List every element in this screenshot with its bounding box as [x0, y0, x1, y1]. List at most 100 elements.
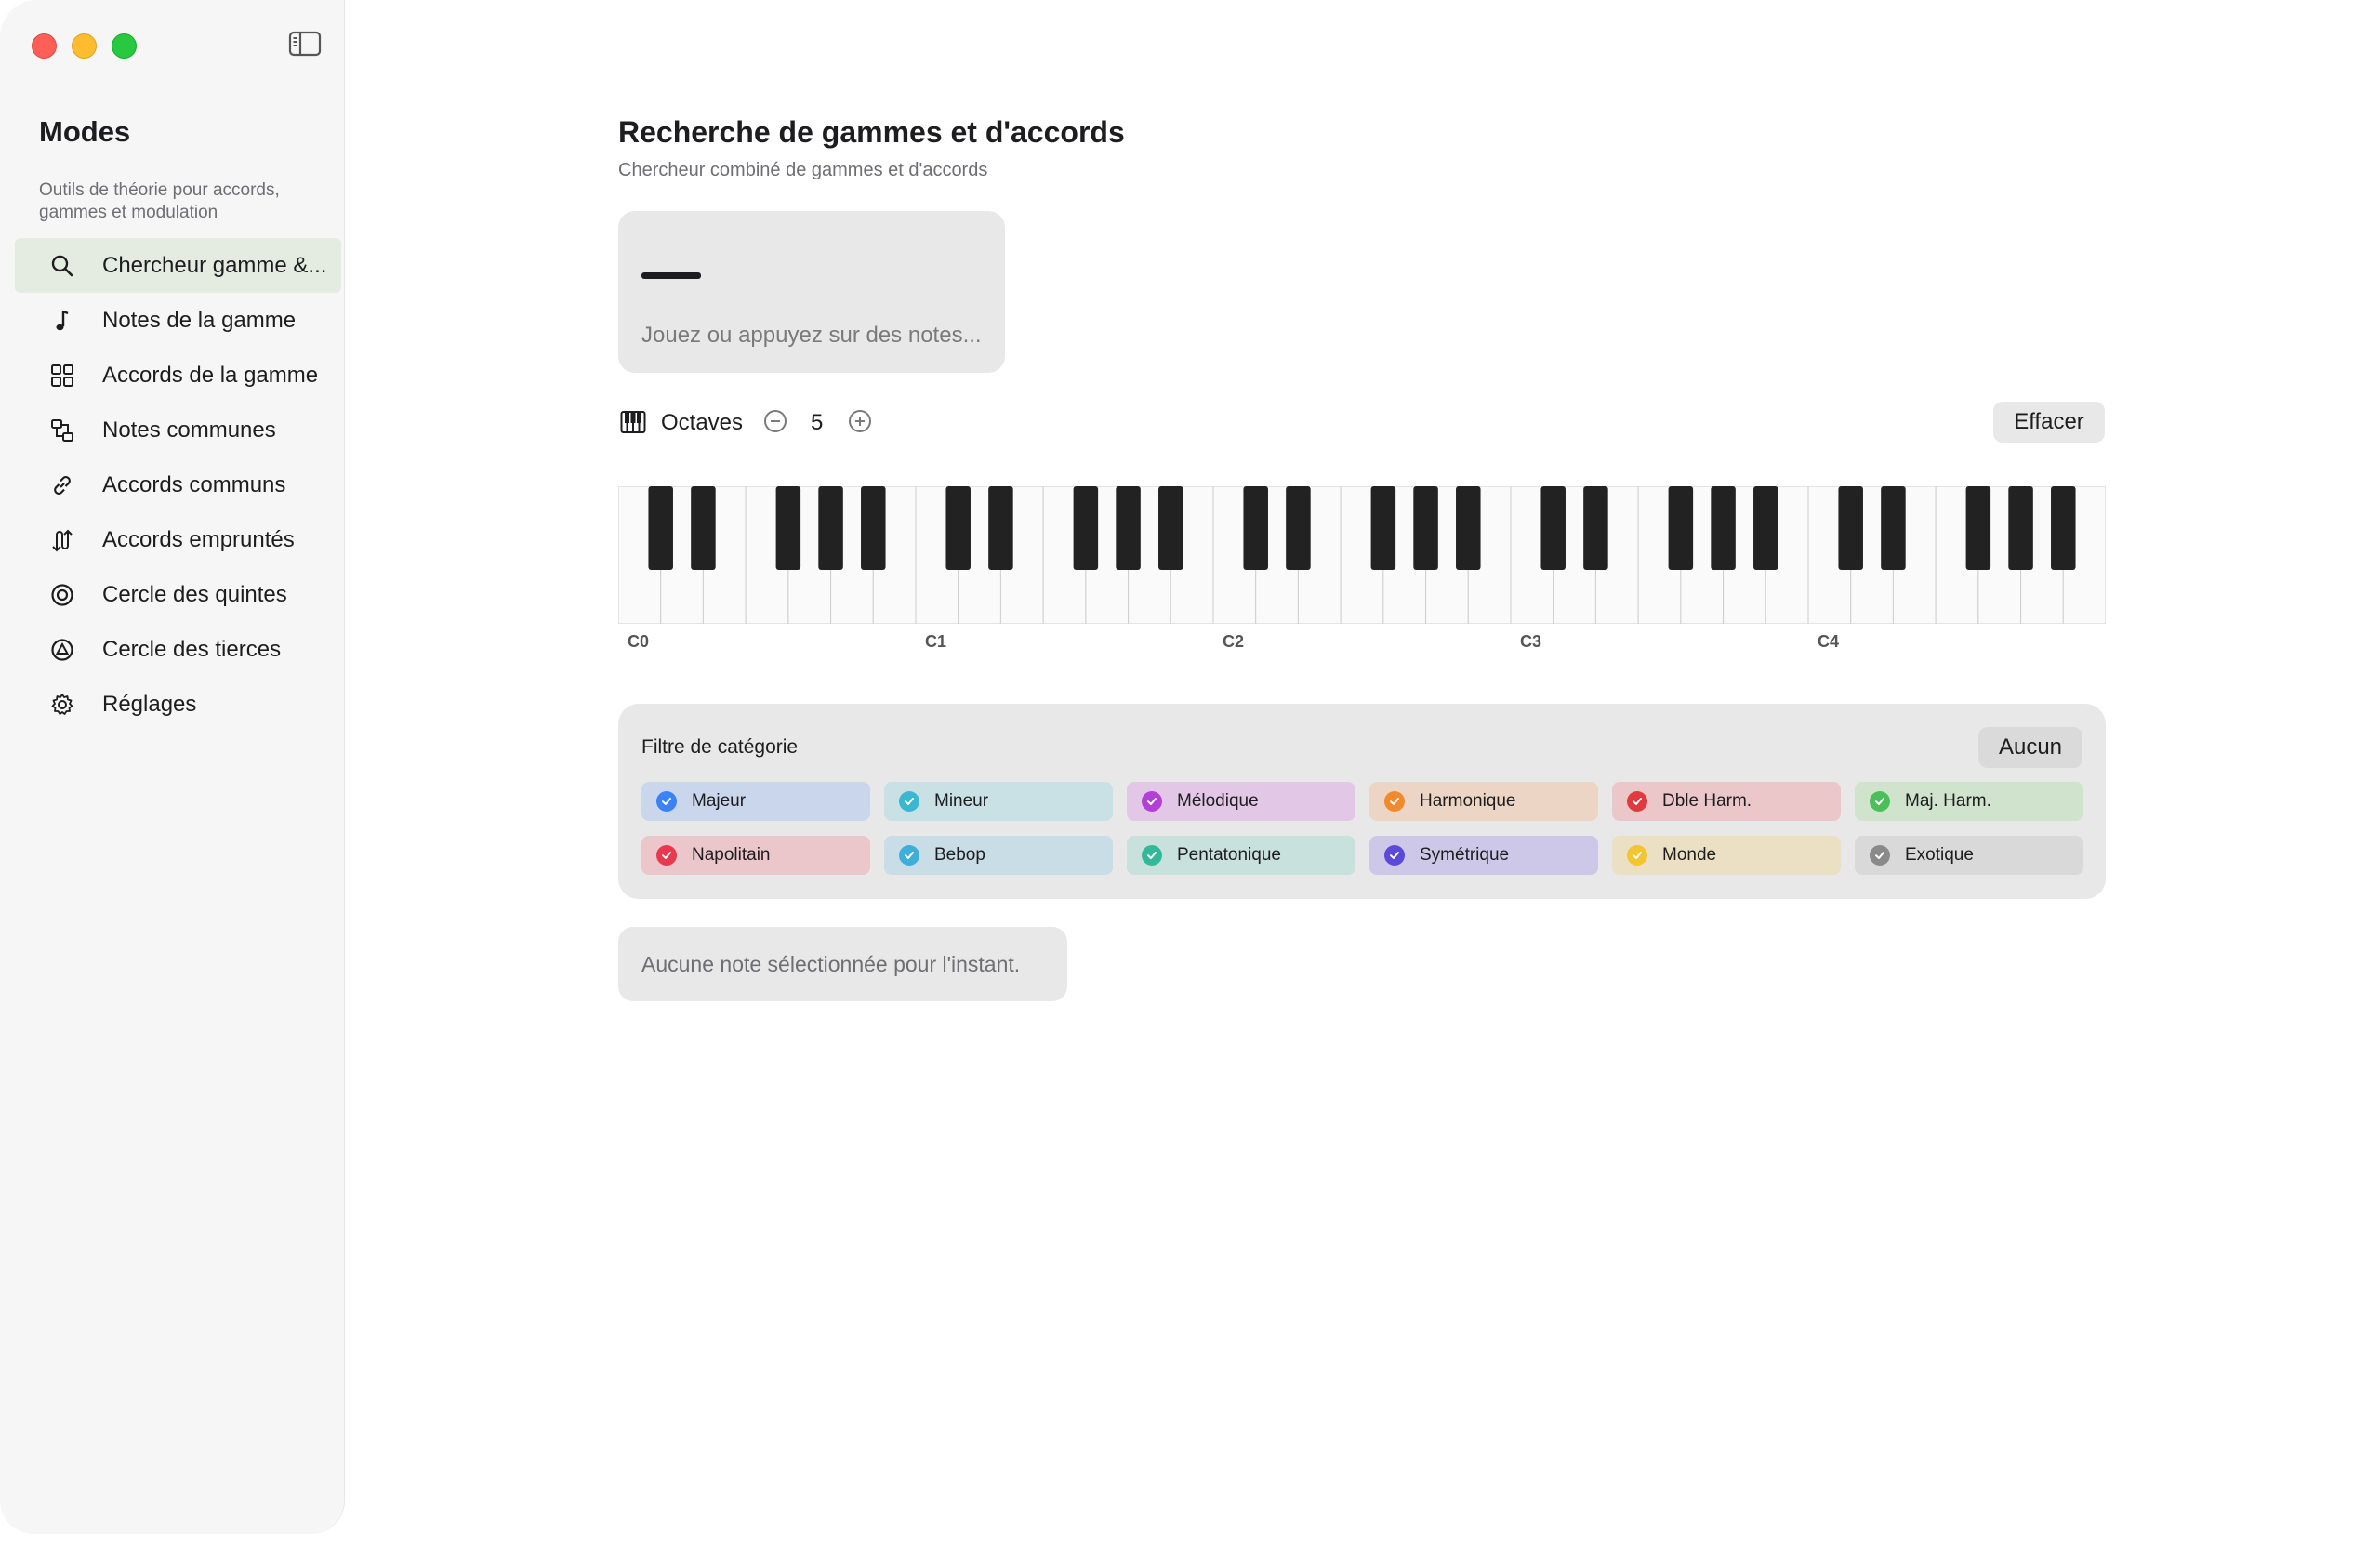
sidebar-item-circle-of-fifths[interactable]: Cercle des quintes — [15, 567, 341, 622]
black-key-C#3[interactable] — [1540, 486, 1566, 570]
sidebar-item-scale-notes[interactable]: Notes de la gamme — [15, 293, 341, 348]
octave-label: C4 — [1818, 632, 1840, 651]
category-chip[interactable]: Majeur — [641, 782, 870, 821]
category-chip[interactable]: Mineur — [884, 782, 1113, 821]
minimize-window-button[interactable] — [72, 33, 97, 59]
category-chip[interactable]: Monde — [1612, 836, 1841, 875]
checkmark-icon — [656, 845, 677, 866]
status-text: Aucune note sélectionnée pour l'instant. — [641, 952, 1021, 976]
category-chip[interactable]: Exotique — [1855, 836, 2083, 875]
black-key-F#0[interactable] — [775, 486, 801, 570]
black-key-C#1[interactable] — [945, 486, 971, 570]
category-chip-label: Bebop — [934, 845, 985, 865]
sidebar-item-scale-chords[interactable]: Accords de la gamme — [15, 348, 341, 403]
search-icon — [48, 252, 76, 280]
black-key-F#4[interactable] — [1965, 486, 1991, 570]
sidebar-item-label: Accords empruntés — [102, 526, 295, 552]
black-key-G#2[interactable] — [1413, 486, 1438, 570]
sidebar-item-settings[interactable]: Réglages — [15, 677, 341, 732]
black-key-D#3[interactable] — [1583, 486, 1608, 570]
category-chip[interactable]: Bebop — [884, 836, 1113, 875]
music-note-icon — [48, 307, 76, 335]
black-key-D#4[interactable] — [1881, 486, 1906, 570]
sidebar-toggle-icon[interactable] — [288, 30, 322, 58]
note-input-placeholder: Jouez ou appuyez sur des notes... — [641, 323, 982, 348]
sidebar-item-label: Accords communs — [102, 471, 286, 497]
black-key-C#2[interactable] — [1243, 486, 1268, 570]
black-key-G#0[interactable] — [818, 486, 843, 570]
category-chip[interactable]: Harmonique — [1369, 782, 1598, 821]
checkmark-icon — [899, 845, 919, 866]
checkmark-icon — [1627, 845, 1647, 866]
compare-icon — [48, 416, 76, 444]
category-chip[interactable]: Maj. Harm. — [1855, 782, 2083, 821]
category-chip[interactable]: Mélodique — [1127, 782, 1355, 821]
octaves-control: Octaves 5 Effacer — [618, 402, 2106, 443]
sidebar-item-circle-of-thirds[interactable]: Cercle des tierces — [15, 622, 341, 677]
app-subtitle: Outils de théorie pour accords, gammes e… — [39, 180, 280, 222]
octave-label: C3 — [1520, 632, 1542, 651]
circle-icon — [48, 581, 76, 609]
octaves-value: 5 — [811, 410, 824, 435]
empty-notes-dash — [641, 272, 701, 279]
black-key-F#3[interactable] — [1668, 486, 1694, 570]
category-chip-label: Maj. Harm. — [1905, 791, 1991, 811]
sidebar-item-label: Cercle des tierces — [102, 636, 282, 662]
category-chip-label: Symétrique — [1420, 845, 1510, 865]
gear-icon — [48, 691, 76, 719]
category-chip[interactable]: Napolitain — [641, 836, 870, 875]
black-key-D#2[interactable] — [1286, 486, 1311, 570]
black-key-G#1[interactable] — [1116, 486, 1141, 570]
black-key-A#2[interactable] — [1456, 486, 1481, 570]
app-title: Modes — [39, 115, 131, 148]
checkmark-icon — [1870, 791, 1890, 812]
page-subtitle: Chercheur combiné de gammes et d'accords — [618, 160, 988, 180]
black-key-A#1[interactable] — [1158, 486, 1183, 570]
sidebar-item-common-notes[interactable]: Notes communes — [15, 403, 341, 457]
black-key-G#4[interactable] — [2008, 486, 2033, 570]
sidebar-item-label: Notes communes — [102, 416, 276, 443]
decrease-octaves-button[interactable] — [763, 409, 787, 433]
page-title: Recherche de gammes et d'accords — [618, 115, 1125, 149]
checkmark-icon — [1627, 791, 1647, 812]
status-message: Aucune note sélectionnée pour l'instant. — [618, 927, 1067, 1001]
filter-title: Filtre de catégorie — [641, 736, 799, 758]
checkmark-icon — [1142, 845, 1162, 866]
sidebar-item-scale-chord-finder[interactable]: Chercheur gamme &... — [15, 238, 341, 293]
category-chip[interactable]: Dble Harm. — [1612, 782, 1841, 821]
black-key-A#3[interactable] — [1753, 486, 1778, 570]
close-window-button[interactable] — [32, 33, 57, 59]
category-chip-label: Mélodique — [1177, 791, 1259, 811]
note-input-area[interactable]: Jouez ou appuyez sur des notes... — [618, 211, 1005, 373]
sidebar-item-label: Notes de la gamme — [102, 307, 297, 333]
black-key-D#1[interactable] — [988, 486, 1013, 570]
black-key-D#0[interactable] — [691, 486, 716, 570]
category-chip[interactable]: Pentatonique — [1127, 836, 1355, 875]
sidebar-item-label: Réglages — [102, 691, 197, 717]
black-key-A#4[interactable] — [2051, 486, 2076, 570]
black-key-C#0[interactable] — [648, 486, 673, 570]
category-chip-label: Majeur — [692, 791, 747, 811]
increase-octaves-button[interactable] — [848, 409, 872, 433]
black-key-F#2[interactable] — [1370, 486, 1396, 570]
clear-button[interactable]: Effacer — [1993, 402, 2105, 443]
category-chip-label: Exotique — [1905, 845, 1974, 865]
checkmark-icon — [656, 791, 677, 812]
octaves-label: Octaves — [661, 410, 744, 435]
sidebar-nav: Chercheur gamme &... Notes de la gamme A… — [15, 238, 341, 732]
category-chip[interactable]: Symétrique — [1369, 836, 1598, 875]
octave-labels: C0 C1 C2 C3 C4 — [618, 632, 2106, 654]
triangle-circle-icon — [48, 636, 76, 664]
zoom-window-button[interactable] — [112, 33, 137, 59]
select-none-button[interactable]: Aucun — [1978, 727, 2082, 768]
black-key-A#0[interactable] — [861, 486, 886, 570]
black-key-C#4[interactable] — [1838, 486, 1863, 570]
sidebar-item-common-chords[interactable]: Accords communs — [15, 457, 341, 512]
category-chip-label: Harmonique — [1420, 791, 1516, 811]
black-key-F#1[interactable] — [1073, 486, 1099, 570]
sidebar-item-borrowed-chords[interactable]: Accords empruntés — [15, 512, 341, 567]
octave-label: C2 — [1223, 632, 1245, 651]
checkmark-icon — [1870, 845, 1890, 866]
piano-keyboard — [618, 486, 2106, 624]
black-key-G#3[interactable] — [1711, 486, 1736, 570]
